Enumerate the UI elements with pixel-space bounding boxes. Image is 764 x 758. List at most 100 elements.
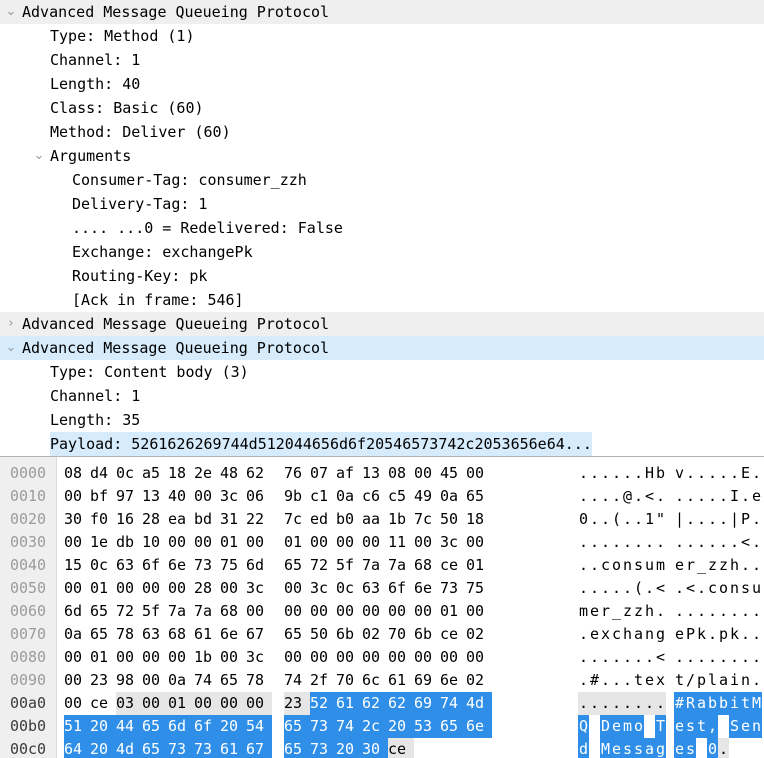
hex-byte[interactable]: 30: [362, 738, 388, 758]
hex-byte[interactable]: 51: [64, 715, 90, 738]
hex-ascii-group[interactable]: . #... t e x t / p l a i n.: [578, 669, 762, 692]
hex-ascii-char[interactable]: c: [611, 623, 622, 646]
hex-ascii-char[interactable]: .: [589, 646, 600, 669]
hex-byte[interactable]: 22: [246, 508, 272, 531]
hex-ascii-char[interactable]: /: [685, 669, 696, 692]
hex-ascii-char[interactable]: .: [578, 485, 589, 508]
hex-byte[interactable]: 73: [194, 738, 220, 758]
hex-byte[interactable]: db: [116, 531, 142, 554]
protocol-tree-row[interactable]: Channel: 1: [0, 384, 764, 408]
hex-byte[interactable]: 44: [116, 715, 142, 738]
hex-byte[interactable]: 00: [64, 669, 90, 692]
hex-byte[interactable]: 5f: [336, 554, 362, 577]
hex-ascii-char[interactable]: .: [622, 692, 633, 715]
hex-byte[interactable]: 65: [142, 738, 168, 758]
hex-byte[interactable]: 23: [284, 692, 310, 715]
chevron-down-icon[interactable]: ⌄: [0, 0, 22, 24]
hex-ascii-char[interactable]: n: [729, 577, 740, 600]
hex-byte[interactable]: 74: [284, 669, 310, 692]
hex-ascii-char[interactable]: E: [740, 462, 751, 485]
hex-byte[interactable]: 00: [336, 600, 362, 623]
hex-ascii-char[interactable]: .: [600, 669, 611, 692]
hex-ascii-char[interactable]: e: [674, 554, 685, 577]
hex-byte[interactable]: 62: [362, 692, 388, 715]
hex-byte-group[interactable]: 6d 65 72 5f 7a 7a 68 00 00 00 00 00 00 00 01 00: [64, 600, 492, 623]
hex-byte[interactable]: 2e: [194, 462, 220, 485]
hex-byte[interactable]: 5f: [142, 600, 168, 623]
hex-ascii-char[interactable]: .: [751, 531, 762, 554]
hex-ascii-char[interactable]: u: [644, 554, 655, 577]
hex-ascii-char[interactable]: 0: [578, 508, 589, 531]
hex-byte[interactable]: 61: [336, 692, 362, 715]
hex-byte[interactable]: c5: [388, 485, 414, 508]
hex-ascii-char[interactable]: .: [655, 485, 666, 508]
hex-ascii-char[interactable]: .: [685, 600, 696, 623]
hex-ascii-char[interactable]: s: [685, 738, 696, 758]
hex-byte[interactable]: 00: [64, 692, 90, 715]
hex-ascii-char[interactable]: <: [644, 485, 655, 508]
hex-byte[interactable]: 6f: [142, 554, 168, 577]
hex-byte[interactable]: 01: [90, 577, 116, 600]
hex-ascii-char[interactable]: .: [707, 600, 718, 623]
hex-ascii-char[interactable]: .: [600, 508, 611, 531]
hex-ascii-char[interactable]: e: [589, 600, 600, 623]
hex-ascii-char[interactable]: s: [685, 715, 696, 738]
hex-ascii-char[interactable]: .: [751, 623, 762, 646]
hex-byte[interactable]: 67: [246, 738, 272, 758]
hex-byte[interactable]: 00: [362, 531, 388, 554]
hex-ascii-char[interactable]: 0: [707, 738, 718, 758]
protocol-tree-row[interactable]: Payload: 5261626269744d512044656d6f20546…: [0, 432, 764, 456]
hex-byte[interactable]: 73: [168, 738, 194, 758]
hex-ascii-char[interactable]: .: [674, 646, 685, 669]
hex-byte[interactable]: 73: [310, 715, 336, 738]
hex-ascii-char[interactable]: a: [718, 669, 729, 692]
hex-byte-group[interactable]: 00 bf 97 13 40 00 3c 06 9b c1 0a c6 c5 49 0a 65: [64, 485, 492, 508]
hex-byte[interactable]: 00: [168, 646, 194, 669]
hex-ascii-char[interactable]: .: [622, 462, 633, 485]
hex-byte[interactable]: ce: [388, 738, 414, 758]
hex-ascii-char[interactable]: .: [655, 600, 666, 623]
hex-dump-row[interactable]: 0010 00 bf 97 13 40 00 3c 06 9b c1 0a c6 c5 49 0a 65....…: [0, 485, 764, 508]
hex-ascii-char[interactable]: .: [685, 531, 696, 554]
hex-byte[interactable]: 0c: [336, 577, 362, 600]
hex-dump-row[interactable]: 0030 00 1e db 10 00 00 01 00 01 00 00 00 11 00 3c 00....…: [0, 531, 764, 554]
hex-byte[interactable]: 6e: [466, 715, 492, 738]
hex-ascii-char[interactable]: .: [600, 577, 611, 600]
hex-ascii-char[interactable]: v: [674, 462, 685, 485]
hex-ascii-char[interactable]: i: [729, 692, 740, 715]
hex-byte[interactable]: 01: [90, 646, 116, 669]
hex-ascii-char[interactable]: _: [611, 600, 622, 623]
hex-ascii-char[interactable]: g: [655, 738, 666, 758]
hex-ascii-char[interactable]: .: [622, 646, 633, 669]
hex-ascii-char[interactable]: .: [740, 485, 751, 508]
hex-ascii-char[interactable]: 1: [644, 508, 655, 531]
hex-byte[interactable]: c6: [362, 485, 388, 508]
hex-ascii-char[interactable]: .: [718, 738, 729, 758]
hex-byte-group[interactable]: 0a 65 78 63 68 61 6e 67 65 50 6b 02 70 6b ce 02: [64, 623, 492, 646]
hex-dump-row[interactable]: 0060 6d 65 72 5f 7a 7a 68 00 00 00 00 00 00 00 01 00 m e r _…: [0, 600, 764, 623]
hex-byte[interactable]: 65: [284, 554, 310, 577]
hex-dump-row[interactable]: 0020 30 f0 16 28 ea bd 31 22 7c ed b0 aa 1b 7c 50 18 0..(…: [0, 508, 764, 531]
hex-byte[interactable]: 3c: [440, 531, 466, 554]
hex-byte[interactable]: 20: [336, 738, 362, 758]
hex-byte[interactable]: 00: [220, 692, 246, 715]
hex-ascii-char[interactable]: .: [600, 646, 611, 669]
hex-ascii-char[interactable]: n: [644, 623, 655, 646]
hex-ascii-char[interactable]: .: [600, 692, 611, 715]
hex-byte[interactable]: 00: [284, 600, 310, 623]
protocol-tree-row[interactable]: Method: Deliver (60): [0, 120, 764, 144]
hex-ascii-char[interactable]: .: [644, 577, 655, 600]
hex-byte[interactable]: 6f: [388, 577, 414, 600]
hex-byte[interactable]: 75: [220, 554, 246, 577]
hex-byte[interactable]: 65: [142, 715, 168, 738]
hex-byte[interactable]: 78: [246, 669, 272, 692]
hex-byte[interactable]: 50: [440, 508, 466, 531]
protocol-tree-row[interactable]: .... ...0 = Redelivered: False: [0, 216, 764, 240]
hex-dump-row[interactable]: 00b0 51 20 44 65 6d 6f 20 54 65 73 74 2c 20 53 65 6e Q De…: [0, 715, 764, 738]
hex-byte[interactable]: 00: [246, 692, 272, 715]
hex-byte[interactable]: 02: [466, 623, 492, 646]
hex-ascii-group[interactable]: ....... <........: [578, 646, 762, 669]
hex-byte[interactable]: 3c: [310, 577, 336, 600]
hex-byte[interactable]: 00: [362, 600, 388, 623]
hex-ascii-char[interactable]: .: [578, 554, 589, 577]
